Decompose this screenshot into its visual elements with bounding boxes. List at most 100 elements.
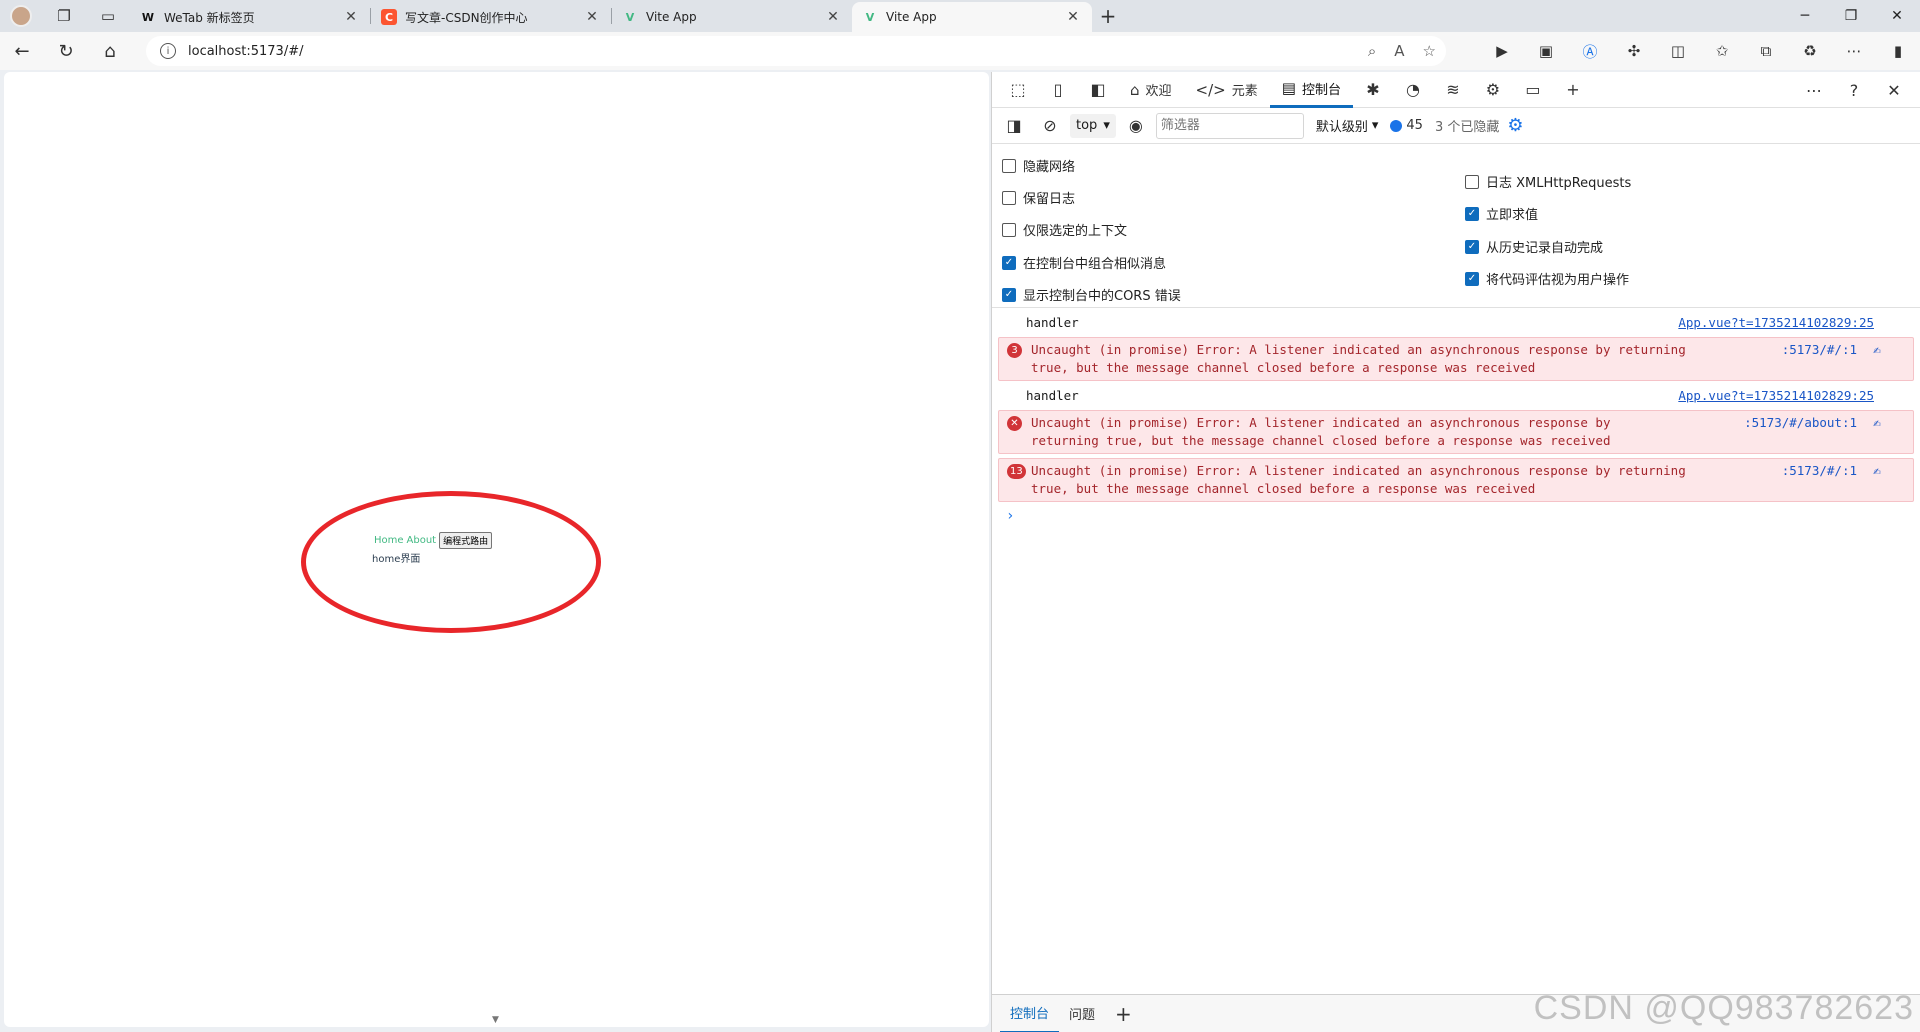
log-level-label: 默认级别 — [1315, 120, 1368, 135]
checkbox-checked[interactable]: ✓ — [1465, 271, 1479, 286]
close-tab-icon[interactable]: ✕ — [1064, 9, 1082, 25]
error-count-badge: 3 — [1007, 343, 1022, 358]
setting-label: 仅限选定的上下文 — [1023, 224, 1128, 239]
checkbox[interactable] — [1002, 190, 1016, 205]
tab-title: 写文章-CSDN创作中心 — [405, 10, 528, 25]
browser-tab-2[interactable]: C 写文章-CSDN创作中心 ✕ — [371, 2, 611, 32]
checkbox[interactable] — [1465, 174, 1479, 189]
error-source-link[interactable]: :5173/#/:1 — [1782, 341, 1857, 359]
close-tab-icon[interactable]: ✕ — [583, 9, 601, 25]
translate-icon[interactable]: Ⓐ — [1568, 41, 1612, 62]
site-info-icon[interactable]: i — [160, 43, 176, 59]
device-emulation-icon[interactable]: ▯ — [1038, 72, 1078, 108]
error-source-link[interactable]: :5173/#/:1 — [1782, 462, 1857, 480]
drawer-tab-console[interactable]: 控制台 — [1000, 995, 1060, 1032]
setting-user-activation[interactable]: ✓ 将代码评估视为用户操作 — [1465, 269, 1629, 288]
profile-avatar[interactable] — [10, 5, 32, 27]
message-count[interactable]: 45 — [1390, 118, 1423, 133]
close-tab-icon[interactable]: ✕ — [824, 9, 842, 25]
more-menu-icon[interactable]: ⋯ — [1832, 42, 1876, 60]
error-source-link[interactable]: :5173/#/about:1 — [1744, 414, 1857, 432]
checkbox-checked[interactable]: ✓ — [1002, 287, 1016, 302]
performance-icon[interactable]: ♻ — [1788, 42, 1832, 60]
setting-selected-context-only[interactable]: 仅限选定的上下文 — [1002, 220, 1127, 239]
setting-hide-network[interactable]: 隐藏网络 — [1002, 156, 1075, 175]
split-screen-icon[interactable]: ◫ — [1656, 42, 1700, 60]
toolbar-actions: ▶ ▣ Ⓐ ✣ ◫ ✩ ⧉ ♻ ⋯ ▮ — [1480, 32, 1920, 70]
checkbox[interactable] — [1002, 158, 1016, 173]
extensions-puzzle-icon[interactable]: ✣ — [1612, 42, 1656, 60]
checkbox-checked[interactable]: ✓ — [1465, 206, 1479, 221]
browser-tab-3[interactable]: V Vite App ✕ — [612, 2, 852, 32]
setting-autocomplete-history[interactable]: ✓ 从历史记录自动完成 — [1465, 237, 1603, 256]
setting-label: 从历史记录自动完成 — [1486, 241, 1604, 256]
sidebar-toggle-icon[interactable]: ▮ — [1876, 42, 1920, 60]
bug-icon[interactable]: ✱ — [1353, 72, 1393, 108]
error-message-line: true, but the message channel closed bef… — [1031, 360, 1536, 375]
setting-show-cors-errors[interactable]: ✓ 显示控制台中的CORS 错误 — [1002, 285, 1181, 304]
collections-icon[interactable]: ⧉ — [1744, 42, 1788, 60]
more-tools-plus-icon[interactable]: + — [1553, 72, 1593, 108]
checkbox[interactable] — [1002, 222, 1016, 237]
customize-menu-icon[interactable]: ⋯ — [1794, 72, 1834, 108]
read-aloud-icon[interactable]: A — [1394, 42, 1404, 60]
network-wifi-icon[interactable]: ≋ — [1433, 72, 1473, 108]
checkbox-checked[interactable]: ✓ — [1002, 255, 1016, 270]
copilot-explain-icon[interactable]: ✍ — [1873, 463, 1881, 481]
help-icon[interactable]: ? — [1834, 72, 1874, 108]
refresh-icon[interactable]: ↻ — [44, 32, 88, 70]
inspect-element-icon[interactable]: ⬚ — [998, 72, 1038, 108]
browser-tab-4-active[interactable]: V Vite App ✕ — [852, 2, 1092, 32]
copilot-explain-icon[interactable]: ✍ — [1873, 415, 1881, 433]
console-error-row: ✕ Uncaught (in promise) Error: A listene… — [998, 410, 1914, 454]
setting-eager-evaluation[interactable]: ✓ 立即求值 — [1465, 204, 1538, 223]
extension-icon[interactable]: ▣ — [1524, 42, 1568, 60]
zoom-icon[interactable]: ⌕ — [1368, 42, 1376, 60]
restore-icon[interactable]: ❐ — [1828, 0, 1874, 32]
workspaces-icon[interactable]: ❐ — [42, 0, 86, 32]
setting-label: 在控制台中组合相似消息 — [1023, 257, 1167, 272]
tab-actions-icon[interactable]: ▭ — [86, 0, 130, 32]
browser-tab-1[interactable]: W WeTab 新标签页 ✕ — [130, 2, 370, 32]
tab-elements[interactable]: </> 元素 — [1184, 72, 1270, 108]
home-icon: ⌂ — [1130, 80, 1140, 99]
clear-console-icon[interactable]: ⊘ — [1034, 108, 1066, 144]
log-source-link[interactable]: App.vue?t=1735214102829:25 — [1678, 388, 1874, 403]
drawer-tab-issues[interactable]: 问题 — [1059, 995, 1105, 1032]
new-tab-button[interactable]: + — [1092, 4, 1124, 28]
console-settings-gear-icon[interactable]: ⚙ — [1507, 115, 1523, 136]
tab-console[interactable]: ▤ 控制台 — [1269, 72, 1353, 108]
copilot-explain-icon[interactable]: ✍ — [1873, 342, 1881, 360]
address-bar[interactable]: i localhost:5173/#/ ⌕ A ☆ — [146, 36, 1446, 66]
tab-welcome[interactable]: ⌂ 欢迎 — [1118, 72, 1184, 108]
log-level-dropdown[interactable]: 默认级别 ▾ — [1308, 116, 1387, 135]
console-filter-input[interactable] — [1155, 112, 1304, 139]
scroll-down-arrow-icon[interactable]: ▼ — [492, 1015, 499, 1025]
setting-log-xhr[interactable]: 日志 XMLHttpRequests — [1465, 172, 1631, 191]
close-devtools-icon[interactable]: ✕ — [1874, 72, 1914, 108]
favorites-icon[interactable]: ✩ — [1700, 42, 1744, 60]
play-icon[interactable]: ▶ — [1480, 42, 1524, 60]
live-expression-eye-icon[interactable]: ◉ — [1120, 108, 1152, 144]
setting-preserve-log[interactable]: 保留日志 — [1002, 188, 1075, 207]
console-settings-panel: 隐藏网络 保留日志 仅限选定的上下文 ✓ 在控制台中组合相似消息 ✓ 显示控制台… — [992, 144, 1920, 308]
close-window-icon[interactable]: ✕ — [1874, 0, 1920, 32]
cpu-icon[interactable]: ⚙ — [1473, 72, 1513, 108]
performance-gauge-icon[interactable]: ◔ — [1393, 72, 1433, 108]
close-tab-icon[interactable]: ✕ — [342, 9, 360, 25]
checkbox-checked[interactable]: ✓ — [1465, 239, 1479, 254]
favorite-star-icon[interactable]: ☆ — [1423, 42, 1436, 60]
application-icon[interactable]: ▭ — [1513, 72, 1553, 108]
back-icon[interactable]: ← — [0, 32, 44, 70]
log-source-link[interactable]: App.vue?t=1735214102829:25 — [1678, 315, 1874, 330]
devtools-tab-bar: ⬚ ▯ ◧ ⌂ 欢迎 </> 元素 ▤ 控制台 ✱ ◔ ≋ ⚙ ▭ + ⋯ ? … — [992, 72, 1920, 108]
console-prompt-chevron-icon[interactable]: › — [998, 508, 1914, 524]
minimize-icon[interactable]: ─ — [1782, 0, 1828, 32]
tab-elements-label: 元素 — [1231, 84, 1258, 99]
sidebar-toggle-icon[interactable]: ◨ — [998, 108, 1030, 144]
context-selector[interactable]: top ▾ — [1070, 113, 1116, 138]
home-icon[interactable]: ⌂ — [88, 32, 132, 70]
setting-group-similar[interactable]: ✓ 在控制台中组合相似消息 — [1002, 253, 1166, 272]
dock-side-icon[interactable]: ◧ — [1078, 72, 1118, 108]
drawer-add-tab-icon[interactable]: + — [1105, 1002, 1142, 1026]
